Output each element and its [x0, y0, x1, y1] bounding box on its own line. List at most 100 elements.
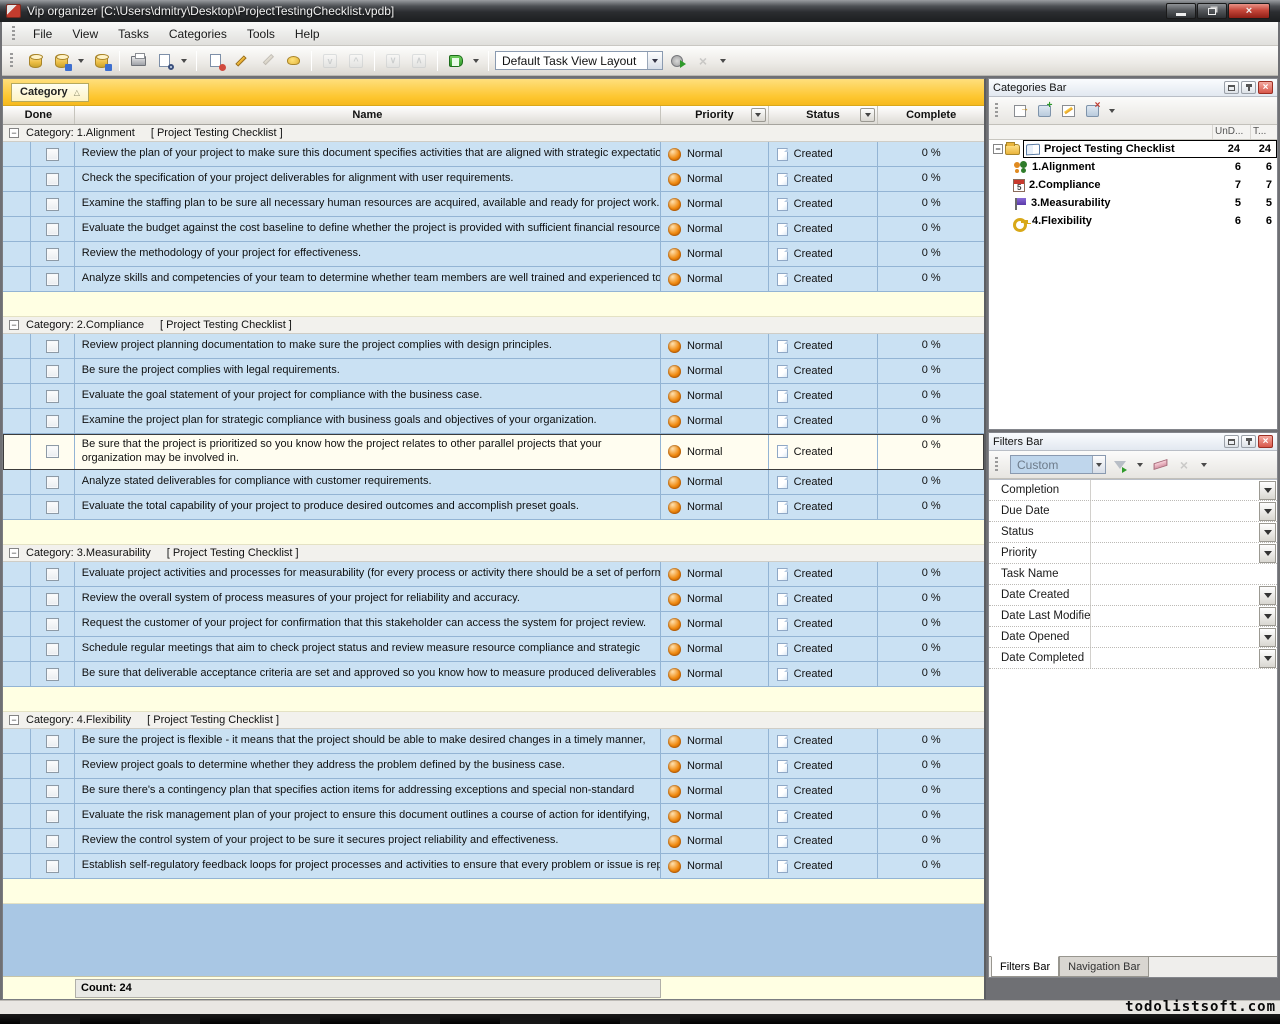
column-header-name[interactable]: Name: [75, 106, 661, 124]
done-checkbox[interactable]: [46, 501, 59, 514]
task-row[interactable]: Be sure that deliverable acceptance crit…: [3, 662, 984, 687]
task-row[interactable]: Evaluate the risk management plan of you…: [3, 804, 984, 829]
remove-filter-icon[interactable]: ×: [1174, 455, 1194, 475]
task-row[interactable]: Be sure that the project is prioritized …: [3, 434, 984, 470]
group-header-compliance[interactable]: − Category: 2.Compliance [ Project Testi…: [3, 317, 984, 334]
filter-value-field[interactable]: [1091, 480, 1259, 500]
save-database-icon[interactable]: [89, 49, 113, 72]
move-up-icon[interactable]: ^: [344, 49, 368, 72]
delete-category-icon[interactable]: [1082, 101, 1102, 121]
filter-value-field[interactable]: [1091, 606, 1259, 626]
filter-dropdown-button[interactable]: [1259, 502, 1276, 521]
done-checkbox[interactable]: [46, 365, 59, 378]
filter-value-field[interactable]: [1091, 564, 1259, 584]
done-checkbox[interactable]: [46, 810, 59, 823]
tree-item-flexibility[interactable]: 4.Flexibility 6 6: [989, 212, 1277, 230]
done-checkbox[interactable]: [46, 735, 59, 748]
done-checkbox[interactable]: [46, 415, 59, 428]
task-row[interactable]: Schedule regular meetings that aim to ch…: [3, 637, 984, 662]
tab-navigation-bar[interactable]: Navigation Bar: [1059, 957, 1149, 977]
combo-dropdown-icon[interactable]: [647, 52, 662, 69]
print-preview-icon[interactable]: [152, 49, 176, 72]
minimize-button[interactable]: [1166, 3, 1196, 19]
move-to-top-icon[interactable]: ∧: [407, 49, 431, 72]
add-category-icon[interactable]: [1034, 101, 1054, 121]
done-checkbox[interactable]: [46, 568, 59, 581]
menu-item[interactable]: View: [62, 25, 108, 43]
collapse-icon[interactable]: −: [9, 128, 19, 138]
restore-button[interactable]: [1197, 3, 1227, 19]
done-checkbox[interactable]: [46, 835, 59, 848]
panel-pin-button[interactable]: [1241, 435, 1256, 448]
done-checkbox[interactable]: [46, 593, 59, 606]
done-checkbox[interactable]: [46, 760, 59, 773]
filter-dropdown-button[interactable]: [1259, 649, 1276, 668]
move-down-icon[interactable]: v: [318, 49, 342, 72]
filters-overflow-icon[interactable]: [1201, 463, 1207, 467]
open-database-icon[interactable]: [49, 49, 73, 72]
notes-dropdown-icon[interactable]: [473, 59, 479, 63]
collapse-icon[interactable]: −: [9, 548, 19, 558]
menu-item[interactable]: Help: [285, 25, 330, 43]
filter-row[interactable]: Due Date: [989, 501, 1277, 522]
new-database-icon[interactable]: [23, 49, 47, 72]
task-row[interactable]: Examine the staffing plan to be sure all…: [3, 192, 984, 217]
tab-filters-bar[interactable]: Filters Bar: [991, 956, 1059, 977]
column-header-complete[interactable]: Complete: [878, 106, 984, 124]
filter-row[interactable]: Status: [989, 522, 1277, 543]
task-row[interactable]: Review the plan of your project to make …: [3, 142, 984, 167]
group-header-measurability[interactable]: − Category: 3.Measurability [ Project Te…: [3, 545, 984, 562]
apply-filter-dropdown-icon[interactable]: [1137, 463, 1143, 467]
tree-item-project[interactable]: − Project Testing Checklist 24 24: [989, 140, 1277, 158]
filter-preset-combo[interactable]: Custom: [1010, 455, 1106, 474]
clear-filter-icon[interactable]: [1150, 455, 1170, 475]
done-checkbox[interactable]: [46, 445, 59, 458]
task-row[interactable]: Examine the project plan for strategic c…: [3, 409, 984, 434]
task-view-layout-combo[interactable]: Default Task View Layout: [495, 51, 663, 70]
filter-row[interactable]: Date Created: [989, 585, 1277, 606]
collapse-icon[interactable]: −: [9, 320, 19, 330]
filter-row[interactable]: Completion: [989, 480, 1277, 501]
panel-close-button[interactable]: ×: [1258, 435, 1273, 448]
filter-dropdown-button[interactable]: [1259, 481, 1276, 500]
column-undone[interactable]: UnD...: [1213, 125, 1251, 139]
task-row[interactable]: Review the overall system of process mea…: [3, 587, 984, 612]
notes-icon[interactable]: [444, 49, 468, 72]
task-row[interactable]: Establish self-regulatory feedback loops…: [3, 854, 984, 879]
new-task-icon[interactable]: [203, 49, 227, 72]
duplicate-task-icon[interactable]: [255, 49, 279, 72]
filter-row[interactable]: Task Name: [989, 564, 1277, 585]
filter-value-field[interactable]: [1091, 522, 1259, 542]
filter-dropdown-button[interactable]: [1259, 628, 1276, 647]
filter-value-field[interactable]: [1091, 501, 1259, 521]
task-row[interactable]: Analyze stated deliverables for complian…: [3, 470, 984, 495]
column-header-priority[interactable]: Priority: [661, 106, 769, 124]
filter-value-field[interactable]: [1091, 648, 1259, 668]
layout-dropdown-icon[interactable]: [720, 59, 726, 63]
filter-dropdown-button[interactable]: [1259, 544, 1276, 563]
column-header-done[interactable]: Done: [3, 106, 75, 124]
print-icon[interactable]: [126, 49, 150, 72]
filter-row[interactable]: Date Opened: [989, 627, 1277, 648]
task-row[interactable]: Check the specification of your project …: [3, 167, 984, 192]
menu-item[interactable]: Tools: [237, 25, 285, 43]
filter-row[interactable]: Date Last Modified: [989, 606, 1277, 627]
task-row[interactable]: Analyze skills and competencies of your …: [3, 267, 984, 292]
tree-item-compliance[interactable]: 2.Compliance 7 7: [989, 176, 1277, 194]
combo-dropdown-icon[interactable]: [1092, 456, 1105, 473]
panel-pin-button[interactable]: [1241, 81, 1256, 94]
complete-task-icon[interactable]: [281, 49, 305, 72]
open-dropdown-icon[interactable]: [78, 59, 84, 63]
menu-item[interactable]: File: [23, 25, 62, 43]
task-row[interactable]: Evaluate the goal statement of your proj…: [3, 384, 984, 409]
apply-layout-icon[interactable]: [665, 49, 689, 72]
done-checkbox[interactable]: [46, 198, 59, 211]
collapse-icon[interactable]: −: [993, 144, 1003, 154]
categories-overflow-icon[interactable]: [1109, 109, 1115, 113]
done-checkbox[interactable]: [46, 476, 59, 489]
column-total[interactable]: T...: [1251, 125, 1277, 139]
done-checkbox[interactable]: [46, 148, 59, 161]
collapse-icon[interactable]: −: [9, 715, 19, 725]
done-checkbox[interactable]: [46, 785, 59, 798]
filter-dropdown-button[interactable]: [1259, 586, 1276, 605]
